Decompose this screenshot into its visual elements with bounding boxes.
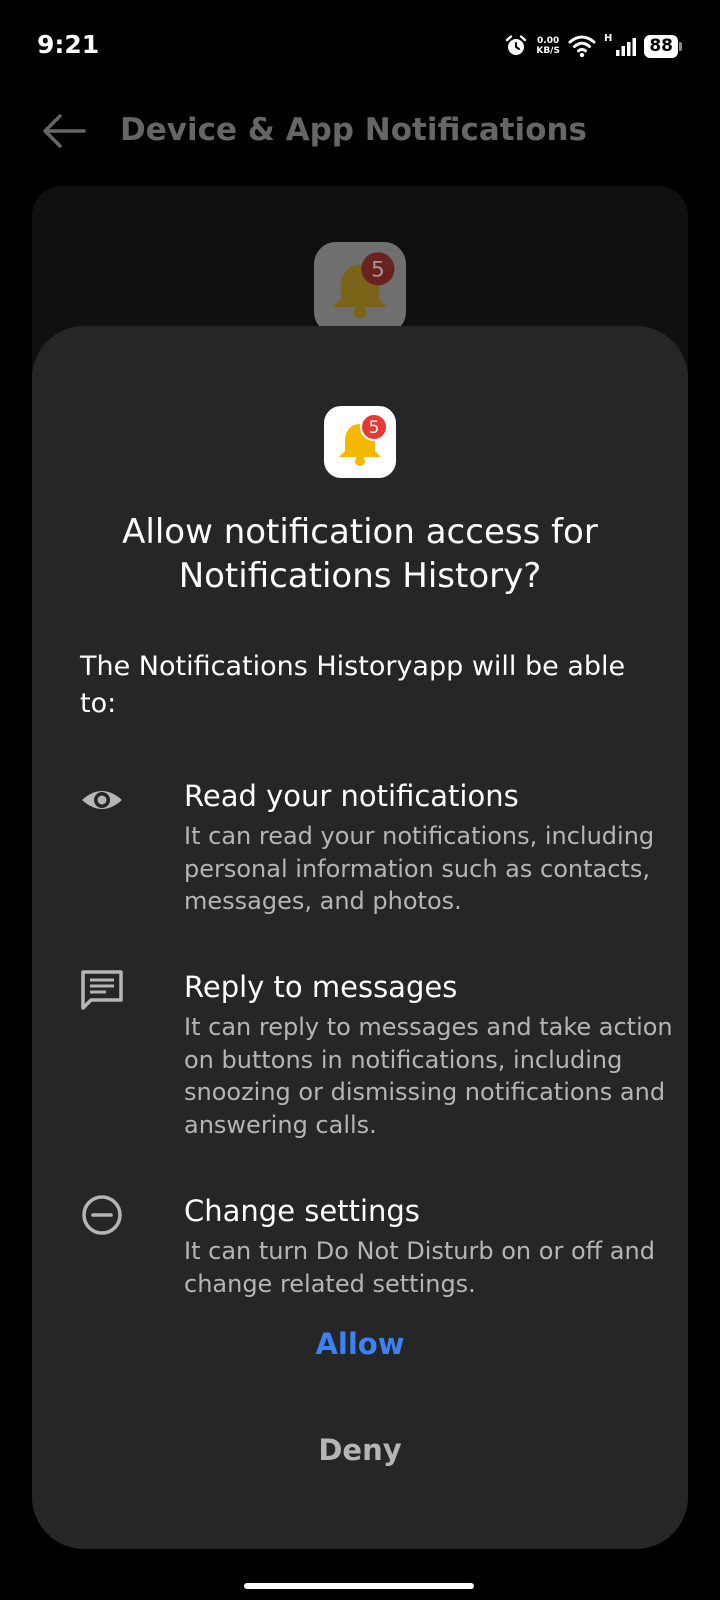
battery-level: 88	[644, 34, 678, 58]
allow-button[interactable]: Allow	[260, 1320, 460, 1368]
app-icon: 5	[324, 406, 396, 478]
background-app-icon: 5	[314, 242, 406, 334]
bell-icon: 5	[339, 413, 388, 466]
network-type: H	[603, 32, 613, 44]
permissions-list[interactable]: Read your notifications It can read your…	[32, 760, 688, 1600]
wifi-icon	[568, 35, 596, 58]
back-arrow-icon[interactable]	[42, 113, 86, 149]
background-header: Device & App Notifications	[0, 100, 720, 162]
net-speed-value: 0.00	[537, 36, 560, 46]
status-time: 9:21	[37, 30, 100, 59]
status-icons: 0.00 KB/S H 88	[504, 31, 682, 61]
background-badge-count: 5	[371, 258, 385, 283]
permission-description: It can turn Do Not Disturb on or off and…	[184, 1237, 655, 1298]
signal-icon	[616, 38, 637, 56]
battery-tip	[679, 41, 682, 51]
dialog-intro: The Notifications Historyapp will be abl…	[80, 651, 626, 719]
permission-title: Change settings	[184, 1194, 420, 1228]
background-page-title: Device & App Notifications	[120, 112, 587, 148]
net-speed: 0.00 KB/S	[536, 36, 560, 56]
net-speed-unit: KB/S	[536, 46, 560, 56]
message-icon	[81, 970, 123, 1010]
battery-icon: 88	[644, 34, 682, 58]
screen: 9:21 0.00 KB/S H 88 Device & App Notific…	[0, 0, 720, 1600]
eye-icon	[82, 791, 122, 809]
permission-title: Read your notifications	[184, 779, 519, 813]
permission-description: It can reply to messages and take action…	[184, 1013, 673, 1139]
permission-title: Reply to messages	[184, 970, 458, 1004]
bell-icon: 5	[333, 252, 395, 319]
dialog-title: Allow notification access for Notificati…	[122, 512, 598, 596]
home-indicator[interactable]	[244, 1583, 474, 1589]
do-not-disturb-icon	[82, 1195, 122, 1235]
status-bar: 9:21 0.00 KB/S H 88	[0, 0, 720, 92]
deny-button[interactable]: Deny	[260, 1426, 460, 1474]
permission-description: It can read your notifications, includin…	[184, 822, 655, 915]
alarm-icon	[506, 35, 527, 55]
badge-count: 5	[369, 418, 380, 438]
permission-dialog: 5 Allow notification access for Notifica…	[32, 326, 688, 1549]
